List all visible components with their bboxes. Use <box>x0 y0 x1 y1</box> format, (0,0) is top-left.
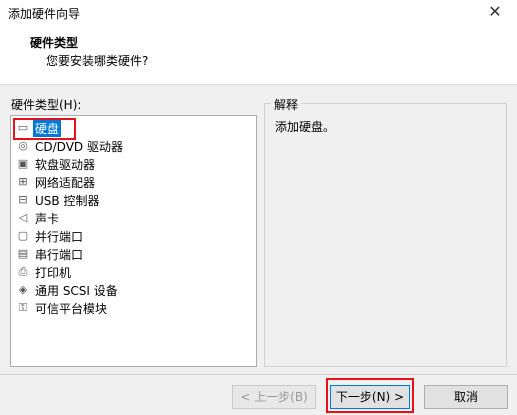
list-item-label: USB 控制器 <box>35 193 100 208</box>
page-subtitle: 您要安装哪类硬件? <box>46 54 149 68</box>
wizard-header: 硬件类型 您要安装哪类硬件? <box>0 26 517 85</box>
list-item-sound[interactable]: ◁ 声卡 <box>16 209 61 227</box>
list-item-label: 并行端口 <box>35 229 84 244</box>
list-item-label: 声卡 <box>35 211 60 226</box>
explanation-legend: 解释 <box>271 96 302 113</box>
explanation-text: 添加硬盘。 <box>275 120 336 134</box>
title-bar: 添加硬件向导 ✕ <box>0 0 517 26</box>
back-button[interactable]: < 上一步(B) <box>232 385 316 409</box>
list-item-usb[interactable]: ⊟ USB 控制器 <box>16 191 101 209</box>
serial-port-icon: ▤ <box>17 247 29 260</box>
cd-dvd-icon: ◎ <box>18 139 28 152</box>
window-title: 添加硬件向导 <box>8 7 81 21</box>
list-item-label: 串行端口 <box>35 247 84 262</box>
list-item-parallel-port[interactable]: ▢ 并行端口 <box>16 227 85 245</box>
cancel-button[interactable]: 取消 <box>424 385 508 409</box>
list-item-label: 通用 SCSI 设备 <box>35 283 118 298</box>
floppy-icon: ▣ <box>17 157 29 170</box>
tpm-icon: ⚿ <box>18 301 28 314</box>
list-item-label: CD/DVD 驱动器 <box>35 139 123 154</box>
printer-icon: ⎙ <box>18 265 28 278</box>
footer-divider <box>0 374 517 375</box>
list-item-tpm[interactable]: ⚿ 可信平台模块 <box>16 299 109 317</box>
list-item-serial-port[interactable]: ▤ 串行端口 <box>16 245 85 263</box>
list-item-label: 可信平台模块 <box>35 301 108 316</box>
close-icon[interactable]: ✕ <box>473 0 517 26</box>
list-item-label: 网络适配器 <box>35 175 96 190</box>
next-highlight-box <box>326 378 414 413</box>
hardware-type-list[interactable]: ▭ 硬盘 ◎ CD/DVD 驱动器 ▣ 软盘驱动器 ⊞ 网络适配器 ⊟ USB … <box>10 115 257 367</box>
sound-icon: ◁ <box>18 211 28 224</box>
list-item-label: 软盘驱动器 <box>35 157 96 172</box>
list-item-printer[interactable]: ⎙ 打印机 <box>16 263 73 281</box>
scsi-icon: ◈ <box>18 283 28 296</box>
list-item-network-adapter[interactable]: ⊞ 网络适配器 <box>16 173 97 191</box>
page-title: 硬件类型 <box>30 36 79 50</box>
usb-icon: ⊟ <box>18 193 28 206</box>
explanation-group: 解释 添加硬盘。 <box>264 96 507 367</box>
list-item-floppy[interactable]: ▣ 软盘驱动器 <box>16 155 97 173</box>
list-item-scsi[interactable]: ◈ 通用 SCSI 设备 <box>16 281 120 299</box>
selection-highlight-box <box>13 118 76 140</box>
hardware-type-label: 硬件类型(H): <box>11 98 82 112</box>
parallel-port-icon: ▢ <box>17 229 29 242</box>
list-item-label: 打印机 <box>35 265 72 280</box>
network-adapter-icon: ⊞ <box>18 175 28 188</box>
